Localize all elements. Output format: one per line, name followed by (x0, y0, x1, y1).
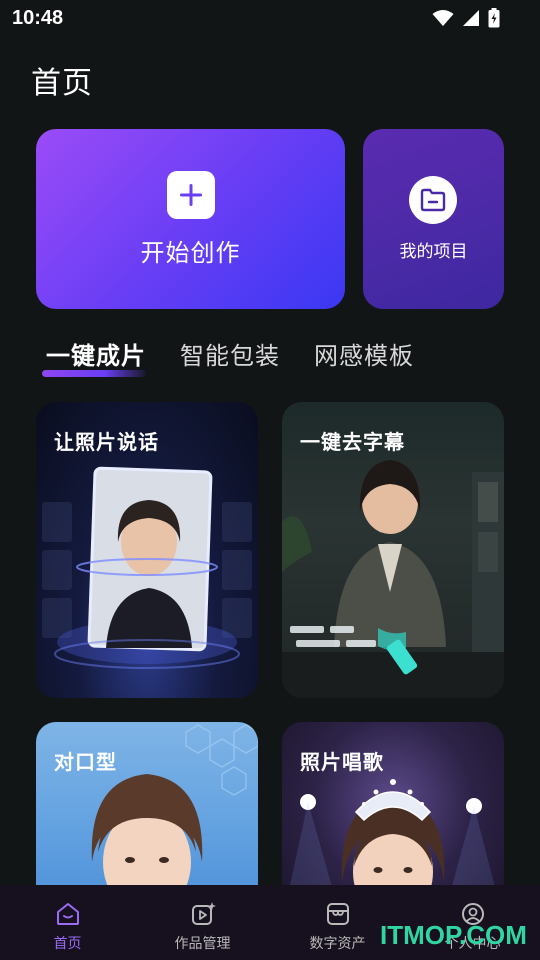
video-sparkle-icon (191, 902, 216, 925)
start-creating-card[interactable]: 开始创作 (36, 129, 345, 309)
tab-label: 网感模板 (314, 342, 414, 370)
feature-title: 一键去字幕 (300, 430, 405, 454)
page-title: 首页 (31, 66, 93, 101)
start-creating-label: 开始创作 (140, 239, 241, 267)
signal-icon (463, 10, 479, 26)
feature-title: 照片唱歌 (300, 750, 384, 774)
nav-label: 数字资产 (309, 936, 366, 952)
tab-label: 智能包装 (180, 342, 280, 370)
nav-works[interactable]: 作品管理 (135, 885, 270, 960)
plus-icon (167, 171, 215, 219)
status-bar: 10:48 (0, 0, 540, 38)
tab-one-click[interactable]: 一键成片 (42, 336, 146, 377)
feature-card-photo-talk[interactable]: 让照片说话 (36, 402, 258, 698)
tab-active-indicator (42, 370, 146, 377)
nav-label: 首页 (53, 936, 82, 952)
feature-title: 对口型 (54, 750, 117, 774)
home-icon (56, 903, 79, 925)
my-projects-card[interactable]: 我的项目 (363, 129, 504, 309)
tab-trending-templates[interactable]: 网感模板 (314, 336, 414, 371)
tab-smart-packaging[interactable]: 智能包装 (180, 336, 280, 371)
status-icons (432, 8, 500, 28)
watermark: ITMOP.COM (380, 920, 527, 950)
my-projects-label: 我的项目 (399, 242, 468, 262)
battery-icon (488, 8, 500, 28)
feature-title: 让照片说话 (54, 430, 159, 454)
store-icon (326, 903, 349, 925)
feature-card-remove-subtitles[interactable]: 一键去字幕 (282, 402, 504, 698)
nav-label: 作品管理 (174, 936, 231, 952)
tab-label: 一键成片 (46, 342, 146, 370)
category-tabs: 一键成片 智能包装 网感模板 (42, 336, 448, 377)
folder-icon (409, 176, 457, 224)
nav-home[interactable]: 首页 (0, 885, 135, 960)
status-time: 10:48 (12, 7, 64, 29)
wifi-icon (432, 10, 454, 26)
